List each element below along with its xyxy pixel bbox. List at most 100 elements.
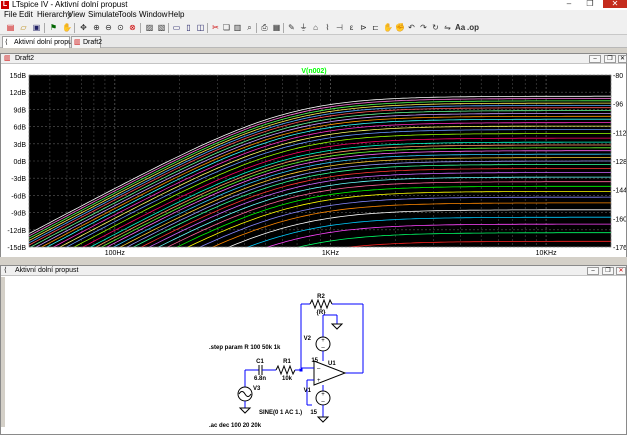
sine-wave-icon <box>238 391 252 397</box>
y-tick-label-left: -3dB <box>11 176 26 183</box>
mdi-minimize-icon[interactable]: – <box>589 55 601 63</box>
tile-horizontal-icon[interactable]: ▭ <box>172 23 181 32</box>
cascade-icon[interactable]: ◫ <box>196 23 205 32</box>
label-C1-value: 6.8n <box>254 376 266 382</box>
menu-edit[interactable]: Edit <box>19 10 33 20</box>
toolbar-separator <box>74 23 75 33</box>
copy-icon[interactable]: ❏ <box>222 23 231 32</box>
minimize-icon[interactable]: – <box>560 0 578 8</box>
menu-bar: File Edit Hierarchy View Simulate Tools … <box>0 10 627 20</box>
v2-minus-sign: – <box>321 345 325 351</box>
label-R1: R1 <box>283 359 291 365</box>
ltspice-app: L LTspice IV - Aktivní dolní propust – ❐… <box>0 0 627 435</box>
y-tick-label-left: 12dB <box>10 90 27 97</box>
mdi-restore-icon[interactable]: ❐ <box>604 55 616 63</box>
undo-icon[interactable]: ↶ <box>407 23 416 32</box>
menu-window[interactable]: Window <box>139 10 167 20</box>
toolbar-separator <box>168 23 169 33</box>
toolbar-separator <box>283 23 284 33</box>
print-icon[interactable]: ⎙ <box>260 23 269 32</box>
label-R2: R2 <box>317 294 325 300</box>
capacitor-icon[interactable]: ⊣ <box>335 23 344 32</box>
new-schematic-icon[interactable]: ▤ <box>6 23 15 32</box>
save-icon[interactable]: ▣ <box>32 23 41 32</box>
y-tick-label-right: -112 <box>613 130 626 137</box>
rotate-icon[interactable]: ↻ <box>431 23 440 32</box>
inductor-icon[interactable]: ε <box>347 23 356 32</box>
v2-plus-sign: + <box>321 338 325 344</box>
label-V3-value: SINE(0 1 AC 1.) <box>259 410 302 416</box>
label-net-icon[interactable]: ⌂ <box>311 23 320 32</box>
opamp-plus-sign: + <box>317 378 321 384</box>
diode-icon[interactable]: ⊳ <box>359 23 368 32</box>
y-tick-label-right: -176 <box>613 245 626 252</box>
toolbar-separator <box>44 23 45 33</box>
ground-icon[interactable]: ⏚ <box>299 23 308 32</box>
schematic-window: ⟨ Aktivní dolní propust – ❐ ✕ R2 {R} + – V2 1… <box>0 265 627 435</box>
schematic-drawing[interactable]: R2{R}+–V215–+U1C16.8nR110kV3SINE(0 1 AC … <box>1 277 626 427</box>
mdi-close-icon[interactable]: ✕ <box>618 55 627 63</box>
resistor-icon[interactable]: ⌇ <box>323 23 332 32</box>
y-tick-label-left: 6dB <box>14 125 27 132</box>
waveform-plot[interactable]: -15dB -12dB -9dB -6dB -3dB 0dB 3dB 6dB 9dB 12dB 15… <box>1 65 626 257</box>
component-icon[interactable]: ⊏ <box>371 23 380 32</box>
find-icon[interactable]: ⌕ <box>245 23 254 32</box>
menu-simulate[interactable]: Simulate <box>88 10 119 20</box>
tab-schematic[interactable]: ⟨ Aktivní dolní propust <box>2 36 77 48</box>
halt-icon[interactable]: ✋ <box>62 23 72 32</box>
menu-view[interactable]: View <box>68 10 85 20</box>
mdi-close-icon[interactable]: ✕ <box>616 267 626 275</box>
trace-title: V(n002) <box>301 68 326 75</box>
window-title: LTspice IV - Aktivní dolní propust <box>12 0 128 9</box>
toolbar: ▤ ▱ ▣ ⚑ ✋ ✥ ⊕ ⊖ ⊙ ⊗ ▨ ▧ ▭ ▯ ◫ ✂ ❏ ▥ ⌕ ⎙ … <box>0 20 627 35</box>
run-icon[interactable]: ⚑ <box>49 23 58 32</box>
zoom-in-icon[interactable]: ⊕ <box>92 23 101 32</box>
tab-draft2[interactable]: ▥ Draft2 <box>71 36 102 48</box>
opamp-minus-sign: – <box>317 366 321 372</box>
schematic-canvas[interactable]: R2 {R} + – V2 15– + U1 C1 6.8n R1 10k V3 SINE(0 1 AC … <box>1 277 626 427</box>
label-V1-value: 15 <box>310 410 317 416</box>
ground-icon <box>238 407 252 414</box>
v1-plus-sign: + <box>321 392 325 398</box>
autorange-icon[interactable]: ▨ <box>145 23 154 32</box>
label-U1: U1 <box>328 361 336 367</box>
drag-icon[interactable]: ✊ <box>395 23 405 32</box>
y-tick-label-left: -6dB <box>11 193 26 200</box>
zoom-out-icon[interactable]: ⊖ <box>104 23 113 32</box>
mirror-icon[interactable]: ⇋ <box>443 23 452 32</box>
mdi-restore-icon[interactable]: ❐ <box>602 267 614 275</box>
x-tick-label: 1KHz <box>322 250 340 257</box>
redo-icon[interactable]: ↷ <box>419 23 428 32</box>
plot-window-titlebar: ▥ Draft2 – ❐ ✕ <box>1 54 627 64</box>
spice-directive-step: .step param R 100 50k 1k <box>209 345 281 351</box>
menu-help[interactable]: Help <box>168 10 184 20</box>
pan-icon[interactable]: ✥ <box>79 23 88 32</box>
menu-tools[interactable]: Tools <box>118 10 137 20</box>
mdi-minimize-icon[interactable]: – <box>587 267 599 275</box>
move-icon[interactable]: ✋ <box>383 23 393 32</box>
resistor-R1 <box>275 364 296 376</box>
zoom-cancel-icon[interactable]: ⊗ <box>128 23 137 32</box>
open-icon[interactable]: ▱ <box>19 23 28 32</box>
pick-visible-icon[interactable]: ▧ <box>157 23 166 32</box>
print-preview-icon[interactable]: ▦ <box>272 23 281 32</box>
close-icon[interactable]: ✕ <box>603 0 627 8</box>
y-tick-label-left: -9dB <box>11 211 26 218</box>
spice-directive-icon[interactable]: .op <box>467 23 479 32</box>
resistor-R2 <box>309 298 333 310</box>
maximize-icon[interactable]: ❐ <box>580 0 600 8</box>
ground-icon <box>330 323 344 330</box>
text-icon[interactable]: Aa <box>455 23 465 32</box>
menu-file[interactable]: File <box>4 10 17 20</box>
paste-icon[interactable]: ▥ <box>233 23 242 32</box>
wire-icon[interactable]: ✎ <box>287 23 296 32</box>
zoom-fit-icon[interactable]: ⊙ <box>116 23 125 32</box>
label-R1-value: 10k <box>282 376 293 382</box>
schematic-icon: ⟨ <box>5 39 8 46</box>
menu-hierarchy[interactable]: Hierarchy <box>37 10 71 20</box>
junction-dot <box>299 368 303 372</box>
toolbar-separator <box>140 23 141 33</box>
cut-icon[interactable]: ✂ <box>211 23 220 32</box>
tile-vertical-icon[interactable]: ▯ <box>184 23 193 32</box>
ground-icon <box>316 416 330 423</box>
